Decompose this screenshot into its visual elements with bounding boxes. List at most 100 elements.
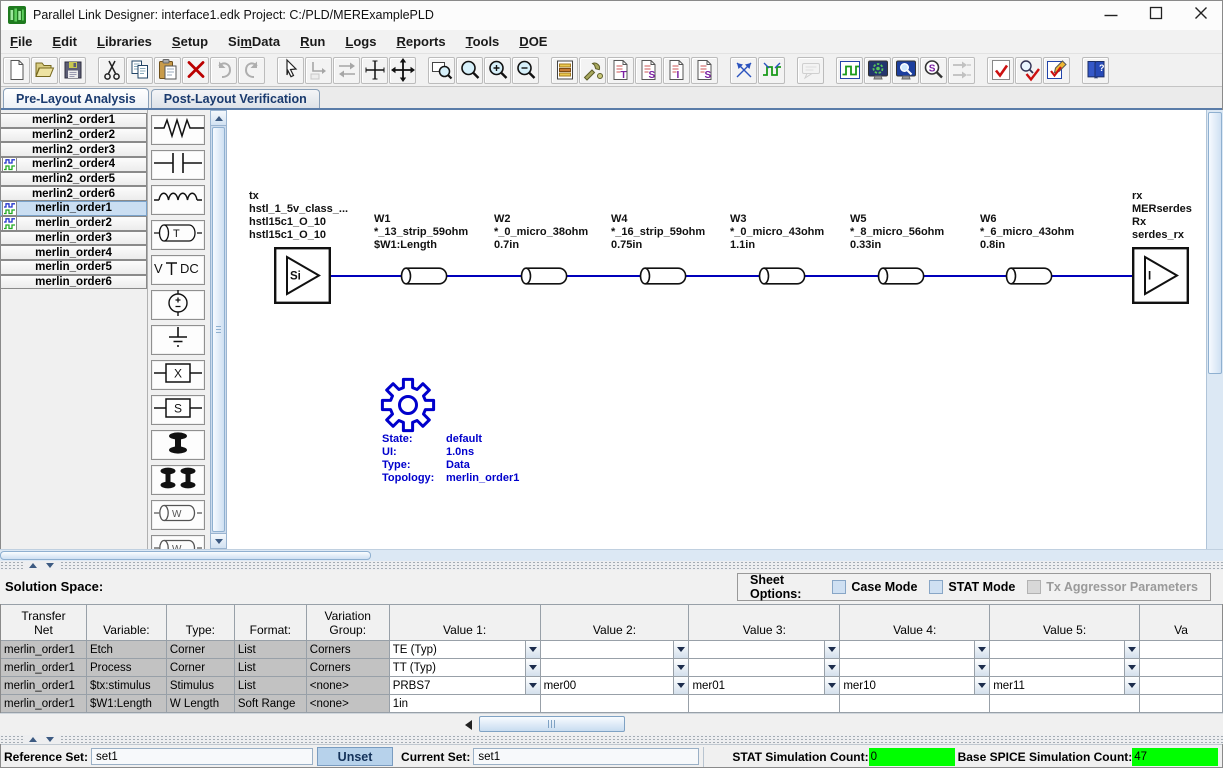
sidebar-item-merlin2-order1[interactable]: merlin2_order1 xyxy=(0,113,147,128)
via-tool[interactable] xyxy=(151,430,205,460)
dropdown-arrow-icon[interactable] xyxy=(974,677,989,694)
dropdown-arrow-icon[interactable] xyxy=(525,641,540,658)
dropdown-arrow-icon[interactable] xyxy=(824,659,839,676)
column-header-value-1[interactable]: Value 1: xyxy=(390,605,541,641)
tx-buffer[interactable]: Si xyxy=(274,247,331,304)
dropdown-arrow-icon[interactable] xyxy=(1124,677,1139,694)
save-file-button[interactable] xyxy=(59,57,86,84)
probe-network-button[interactable] xyxy=(730,57,757,84)
menu-setup[interactable]: Setup xyxy=(162,30,218,54)
canvas-vscrollbar[interactable] xyxy=(1206,110,1223,549)
t-line-tool[interactable]: T xyxy=(151,220,205,250)
checkbox-case-mode[interactable]: Case Mode xyxy=(832,580,917,594)
dropdown-arrow-icon[interactable] xyxy=(525,677,540,694)
zoom-out-button[interactable] xyxy=(512,57,539,84)
paste-button[interactable] xyxy=(154,57,181,84)
column-header-transfer-net[interactable]: TransferNet xyxy=(1,605,87,641)
waveform-viewer-button[interactable] xyxy=(836,57,863,84)
collapse-up-icon[interactable] xyxy=(26,736,40,743)
cell-value-6[interactable] xyxy=(1140,659,1223,677)
cell-value-5[interactable] xyxy=(990,659,1140,677)
dropdown-arrow-icon[interactable] xyxy=(824,677,839,694)
w-line-coupled-tool[interactable]: W xyxy=(151,535,205,549)
review-check-button[interactable] xyxy=(1015,57,1042,84)
sidebar-item-merlin2-order4[interactable]: merlin2_order4 xyxy=(0,157,147,172)
tline-w1[interactable] xyxy=(397,266,448,286)
zoom-tool-button[interactable] xyxy=(456,57,483,84)
menu-edit[interactable]: Edit xyxy=(42,30,87,54)
canvas-hscroll-thumb[interactable] xyxy=(0,551,371,560)
maximize-button[interactable] xyxy=(1133,0,1178,30)
tline-w3[interactable] xyxy=(755,266,806,286)
column-header-variation-group[interactable]: VariationGroup: xyxy=(307,605,390,641)
dc-source-tool[interactable] xyxy=(151,290,205,320)
resistor-tool[interactable] xyxy=(151,115,205,145)
cell-value-5[interactable] xyxy=(990,641,1140,659)
report-ibis-button[interactable]: I xyxy=(663,57,690,84)
menu-logs[interactable]: Logs xyxy=(335,30,386,54)
close-button[interactable] xyxy=(1178,0,1223,30)
edit-wrench-button[interactable] xyxy=(579,57,606,84)
select-pointer-button[interactable] xyxy=(277,57,304,84)
s-block-tool[interactable]: S xyxy=(151,395,205,425)
ground-tool[interactable] xyxy=(151,325,205,355)
collapse-down-icon[interactable] xyxy=(43,736,57,743)
dropdown-arrow-icon[interactable] xyxy=(673,659,688,676)
vdc-source-tool[interactable]: VDC xyxy=(151,255,205,285)
unset-button[interactable]: Unset xyxy=(317,747,393,766)
menu-run[interactable]: Run xyxy=(290,30,335,54)
column-header-type[interactable]: Type: xyxy=(167,605,235,641)
annotate-check-button[interactable] xyxy=(1043,57,1070,84)
palette-scroll-thumb[interactable] xyxy=(212,127,225,532)
results-viewer-button[interactable] xyxy=(892,57,919,84)
cell-value-1[interactable]: TT (Typ) xyxy=(390,659,541,677)
cell-value-3[interactable] xyxy=(689,641,840,659)
scroll-up-icon[interactable] xyxy=(211,111,226,126)
cut-button[interactable] xyxy=(98,57,125,84)
cell-value-6[interactable] xyxy=(1140,641,1223,659)
probe-crosshair-button[interactable] xyxy=(361,57,388,84)
dropdown-arrow-icon[interactable] xyxy=(673,677,688,694)
state-gear-icon[interactable] xyxy=(379,376,437,434)
menu-file[interactable]: File xyxy=(0,30,42,54)
open-file-button[interactable] xyxy=(31,57,58,84)
sidebar-item-merlin2-order2[interactable]: merlin2_order2 xyxy=(0,128,147,143)
cell-value-1[interactable]: PRBS7 xyxy=(390,677,541,695)
search-spice-button[interactable]: S xyxy=(920,57,947,84)
collapse-up-icon[interactable] xyxy=(26,562,40,569)
new-file-button[interactable] xyxy=(3,57,30,84)
sidebar-item-merlin-order2[interactable]: merlin_order2 xyxy=(0,216,147,231)
cell-value-2[interactable] xyxy=(541,695,690,713)
sidebar-item-merlin2-order6[interactable]: merlin2_order6 xyxy=(0,186,147,201)
cell-value-3[interactable] xyxy=(689,659,840,677)
dropdown-arrow-icon[interactable] xyxy=(824,641,839,658)
tline-w5[interactable] xyxy=(874,266,925,286)
validate-check-button[interactable] xyxy=(987,57,1014,84)
cell-value-2[interactable]: mer00 xyxy=(541,677,690,695)
dropdown-arrow-icon[interactable] xyxy=(974,641,989,658)
dropdown-arrow-icon[interactable] xyxy=(974,659,989,676)
tline-w4[interactable] xyxy=(636,266,687,286)
canvas-vscroll-thumb[interactable] xyxy=(1208,112,1222,374)
splitter-bottom[interactable] xyxy=(0,735,1223,744)
cell-value-6[interactable] xyxy=(1140,695,1223,713)
report-text-button[interactable]: T xyxy=(607,57,634,84)
cell-value-4[interactable] xyxy=(840,659,990,677)
column-header-value-2[interactable]: Value 2: xyxy=(541,605,690,641)
cell-value-3[interactable]: mer01 xyxy=(689,677,840,695)
cell-value-3[interactable] xyxy=(689,695,840,713)
pan-move-button[interactable] xyxy=(389,57,416,84)
w-line-tool[interactable]: W xyxy=(151,500,205,530)
cell-value-2[interactable] xyxy=(541,659,690,677)
canvas-hscrollbar[interactable] xyxy=(0,549,1223,561)
board-stackup-button[interactable] xyxy=(551,57,578,84)
menu-doe[interactable]: DOE xyxy=(509,30,557,54)
splitter-top[interactable] xyxy=(0,561,1223,570)
schematic-canvas[interactable]: txhstl_1_5v_class_...hstl15c1_O_10hstl15… xyxy=(227,110,1223,549)
table-hscrollbar[interactable] xyxy=(0,713,1223,735)
x-block-tool[interactable]: X xyxy=(151,360,205,390)
scroll-left-icon[interactable] xyxy=(461,718,475,732)
inductor-tool[interactable] xyxy=(151,185,205,215)
zoom-window-button[interactable] xyxy=(428,57,455,84)
report-spice-button[interactable]: S xyxy=(635,57,662,84)
